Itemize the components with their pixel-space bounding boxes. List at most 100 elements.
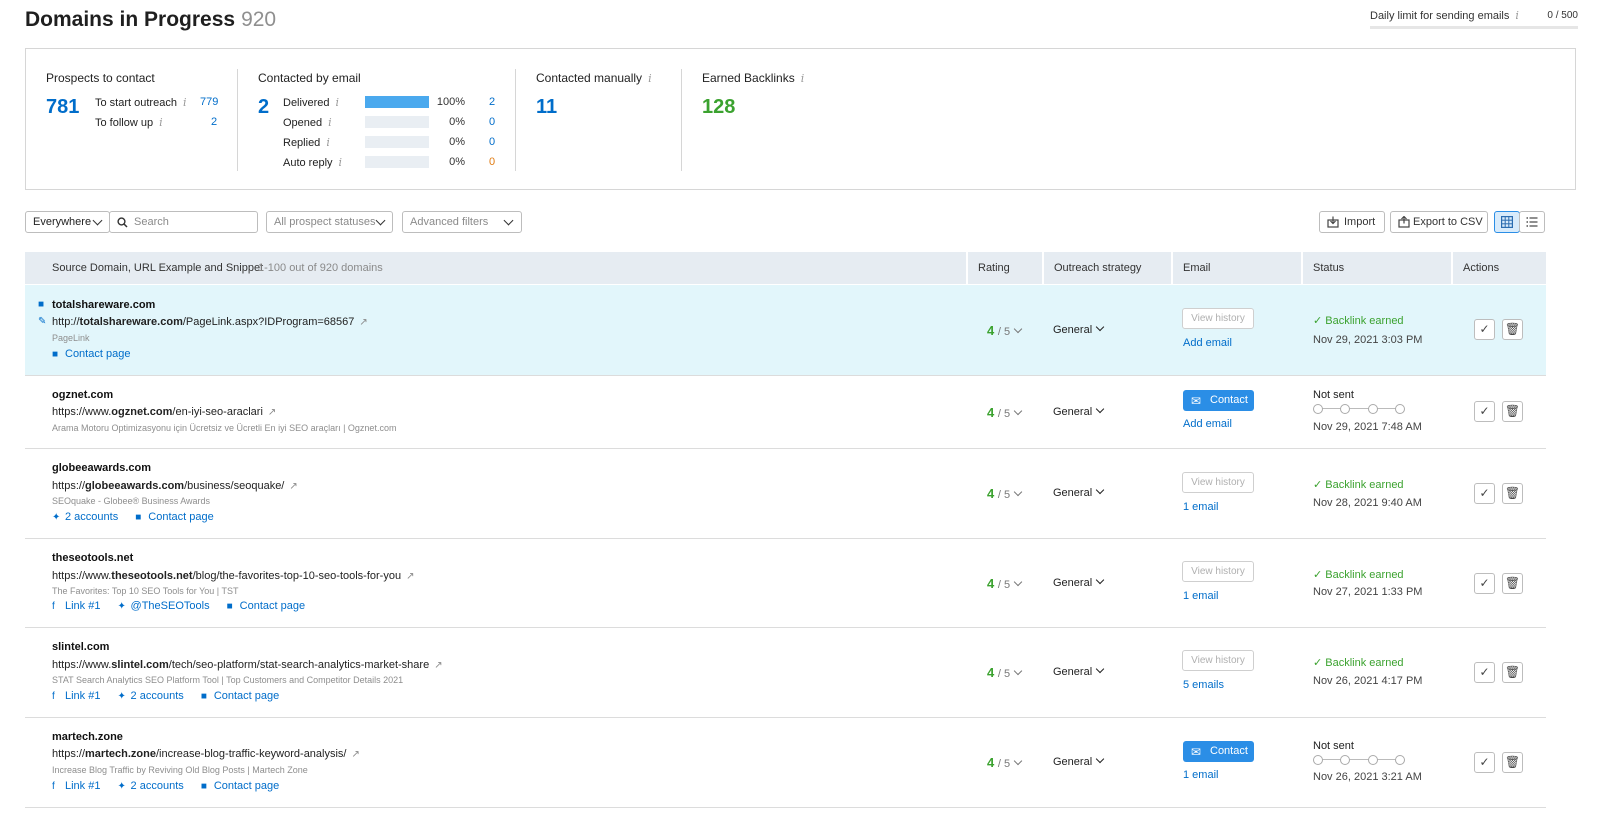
- email-count-link[interactable]: 5 emails: [1183, 679, 1224, 691]
- row-url[interactable]: https://martech.zone/increase-blog-traff…: [52, 748, 360, 760]
- row-url[interactable]: http://totalshareware.com/PageLink.aspx?…: [52, 316, 368, 328]
- row-url[interactable]: https://www.slintel.com/tech/seo-platfor…: [52, 659, 443, 671]
- facebook-link[interactable]: f Link #1: [52, 690, 100, 702]
- view-history-button[interactable]: View history: [1182, 650, 1254, 671]
- outreach-strategy[interactable]: General: [1053, 664, 1105, 678]
- rating[interactable]: 4 / 5: [987, 755, 1023, 770]
- outreach-strategy[interactable]: General: [1053, 754, 1105, 768]
- opened-value[interactable]: 0: [489, 116, 495, 128]
- info-icon[interactable]: i: [339, 156, 343, 169]
- contact-button[interactable]: ✉ Contact: [1183, 390, 1254, 411]
- manual-total[interactable]: 11: [536, 96, 557, 119]
- info-icon[interactable]: i: [328, 116, 332, 129]
- contact-button[interactable]: ✉ Contact: [1183, 741, 1254, 762]
- contact-page-link[interactable]: ■ Contact page: [201, 690, 279, 702]
- info-icon[interactable]: i: [1515, 9, 1519, 22]
- status-filter-value: All prospect statuses: [274, 216, 376, 228]
- to-start-label: To start outreach i: [95, 96, 187, 109]
- row-url[interactable]: https://globeeawards.com/business/seoqua…: [52, 480, 298, 492]
- mark-done-button[interactable]: ✓: [1474, 483, 1495, 504]
- info-icon[interactable]: i: [335, 96, 339, 109]
- facebook-link[interactable]: f Link #1: [52, 600, 100, 612]
- table-row[interactable]: ogznet.com https://www.ogznet.com/en-iyi…: [25, 376, 1546, 449]
- to-start-value[interactable]: 779: [200, 96, 218, 108]
- add-email-link[interactable]: Add email: [1183, 337, 1232, 349]
- add-email-link[interactable]: Add email: [1183, 418, 1232, 430]
- delete-button[interactable]: 🗑: [1502, 401, 1523, 422]
- email-count-link[interactable]: 1 email: [1183, 769, 1218, 781]
- backlinks-total[interactable]: 128: [702, 96, 735, 119]
- contact-page-link[interactable]: ■ Contact page: [52, 348, 130, 360]
- contact-page-link[interactable]: ■ Contact page: [135, 511, 213, 523]
- to-follow-value[interactable]: 2: [211, 116, 217, 128]
- delete-button[interactable]: 🗑: [1502, 319, 1523, 340]
- outreach-strategy[interactable]: General: [1053, 485, 1105, 499]
- row-url[interactable]: https://www.theseotools.net/blog/the-fav…: [52, 570, 414, 582]
- mark-done-button[interactable]: ✓: [1474, 662, 1495, 683]
- delete-button[interactable]: 🗑: [1502, 573, 1523, 594]
- outreach-strategy[interactable]: General: [1053, 404, 1105, 418]
- rating[interactable]: 4 / 5: [987, 576, 1023, 591]
- delivered-value[interactable]: 2: [489, 96, 495, 108]
- rating[interactable]: 4 / 5: [987, 486, 1023, 501]
- table-row[interactable]: globeeawards.com https://globeeawards.co…: [25, 449, 1546, 539]
- external-link-icon[interactable]: ↗: [434, 660, 442, 671]
- view-history-button[interactable]: View history: [1182, 308, 1254, 329]
- col-rating[interactable]: Rating: [978, 252, 1010, 284]
- search-input[interactable]: Search: [109, 211, 258, 233]
- view-history-button[interactable]: View history: [1182, 472, 1254, 493]
- info-icon[interactable]: i: [159, 116, 163, 129]
- info-icon[interactable]: i: [183, 96, 187, 109]
- prospects-total[interactable]: 781: [46, 96, 79, 119]
- info-icon[interactable]: i: [648, 72, 652, 85]
- outreach-strategy[interactable]: General: [1053, 575, 1105, 589]
- external-link-icon[interactable]: ↗: [359, 317, 367, 328]
- info-icon[interactable]: i: [801, 72, 805, 85]
- row-url[interactable]: https://www.ogznet.com/en-iyi-seo-aracla…: [52, 406, 276, 418]
- twitter-accounts-link[interactable]: ✦ @TheSEOTools: [118, 600, 210, 612]
- list-view-toggle[interactable]: [1519, 211, 1545, 233]
- delete-button[interactable]: 🗑: [1502, 752, 1523, 773]
- email-count-link[interactable]: 1 email: [1183, 590, 1218, 602]
- table-row[interactable]: theseotools.net https://www.theseotools.…: [25, 539, 1546, 628]
- import-button[interactable]: Import: [1319, 211, 1385, 233]
- export-csv-button[interactable]: Export to CSV: [1390, 211, 1488, 233]
- mark-done-button[interactable]: ✓: [1474, 573, 1495, 594]
- mark-done-button[interactable]: ✓: [1474, 319, 1495, 340]
- outreach-strategy[interactable]: General: [1053, 322, 1105, 336]
- twitter-accounts-link[interactable]: ✦ 2 accounts: [118, 780, 184, 792]
- external-link-icon[interactable]: ↗: [406, 571, 414, 582]
- facebook-link[interactable]: f Link #1: [52, 780, 100, 792]
- info-icon[interactable]: i: [326, 136, 330, 149]
- mark-done-button[interactable]: ✓: [1474, 401, 1495, 422]
- rating[interactable]: 4 / 5: [987, 323, 1023, 338]
- table-view-toggle[interactable]: [1494, 211, 1520, 233]
- pencil-icon[interactable]: ✎: [38, 316, 46, 327]
- contact-page-link[interactable]: ■ Contact page: [227, 600, 305, 612]
- email-count-link[interactable]: 1 email: [1183, 501, 1218, 513]
- view-history-button[interactable]: View history: [1182, 561, 1254, 582]
- status-filter[interactable]: All prospect statuses: [266, 211, 393, 233]
- table-row[interactable]: ■ totalshareware.com ✎ http://totalshare…: [25, 285, 1546, 376]
- table-row[interactable]: martech.zone https://martech.zone/increa…: [25, 718, 1546, 808]
- twitter-accounts-link[interactable]: ✦ 2 accounts: [52, 511, 118, 523]
- replied-value[interactable]: 0: [489, 136, 495, 148]
- twitter-accounts-link[interactable]: ✦ 2 accounts: [118, 690, 184, 702]
- rating[interactable]: 4 / 5: [987, 665, 1023, 680]
- rating[interactable]: 4 / 5: [987, 405, 1023, 420]
- delete-button[interactable]: 🗑: [1502, 483, 1523, 504]
- advanced-filters[interactable]: Advanced filters: [402, 211, 522, 233]
- external-link-icon[interactable]: ↗: [289, 481, 297, 492]
- external-link-icon[interactable]: ↗: [268, 407, 276, 418]
- contact-page-link[interactable]: ■ Contact page: [201, 780, 279, 792]
- delete-button[interactable]: 🗑: [1502, 662, 1523, 683]
- daily-limit-value: 0 / 500: [1547, 10, 1578, 21]
- scope-select[interactable]: Everywhere: [25, 211, 110, 233]
- external-link-icon[interactable]: ↗: [352, 749, 360, 760]
- col-strategy[interactable]: Outreach strategy: [1054, 252, 1141, 284]
- mark-done-button[interactable]: ✓: [1474, 752, 1495, 773]
- auto-reply-value[interactable]: 0: [489, 156, 495, 168]
- table-row[interactable]: slintel.com https://www.slintel.com/tech…: [25, 628, 1546, 718]
- comment-icon[interactable]: ■: [38, 299, 44, 310]
- email-total[interactable]: 2: [258, 96, 269, 119]
